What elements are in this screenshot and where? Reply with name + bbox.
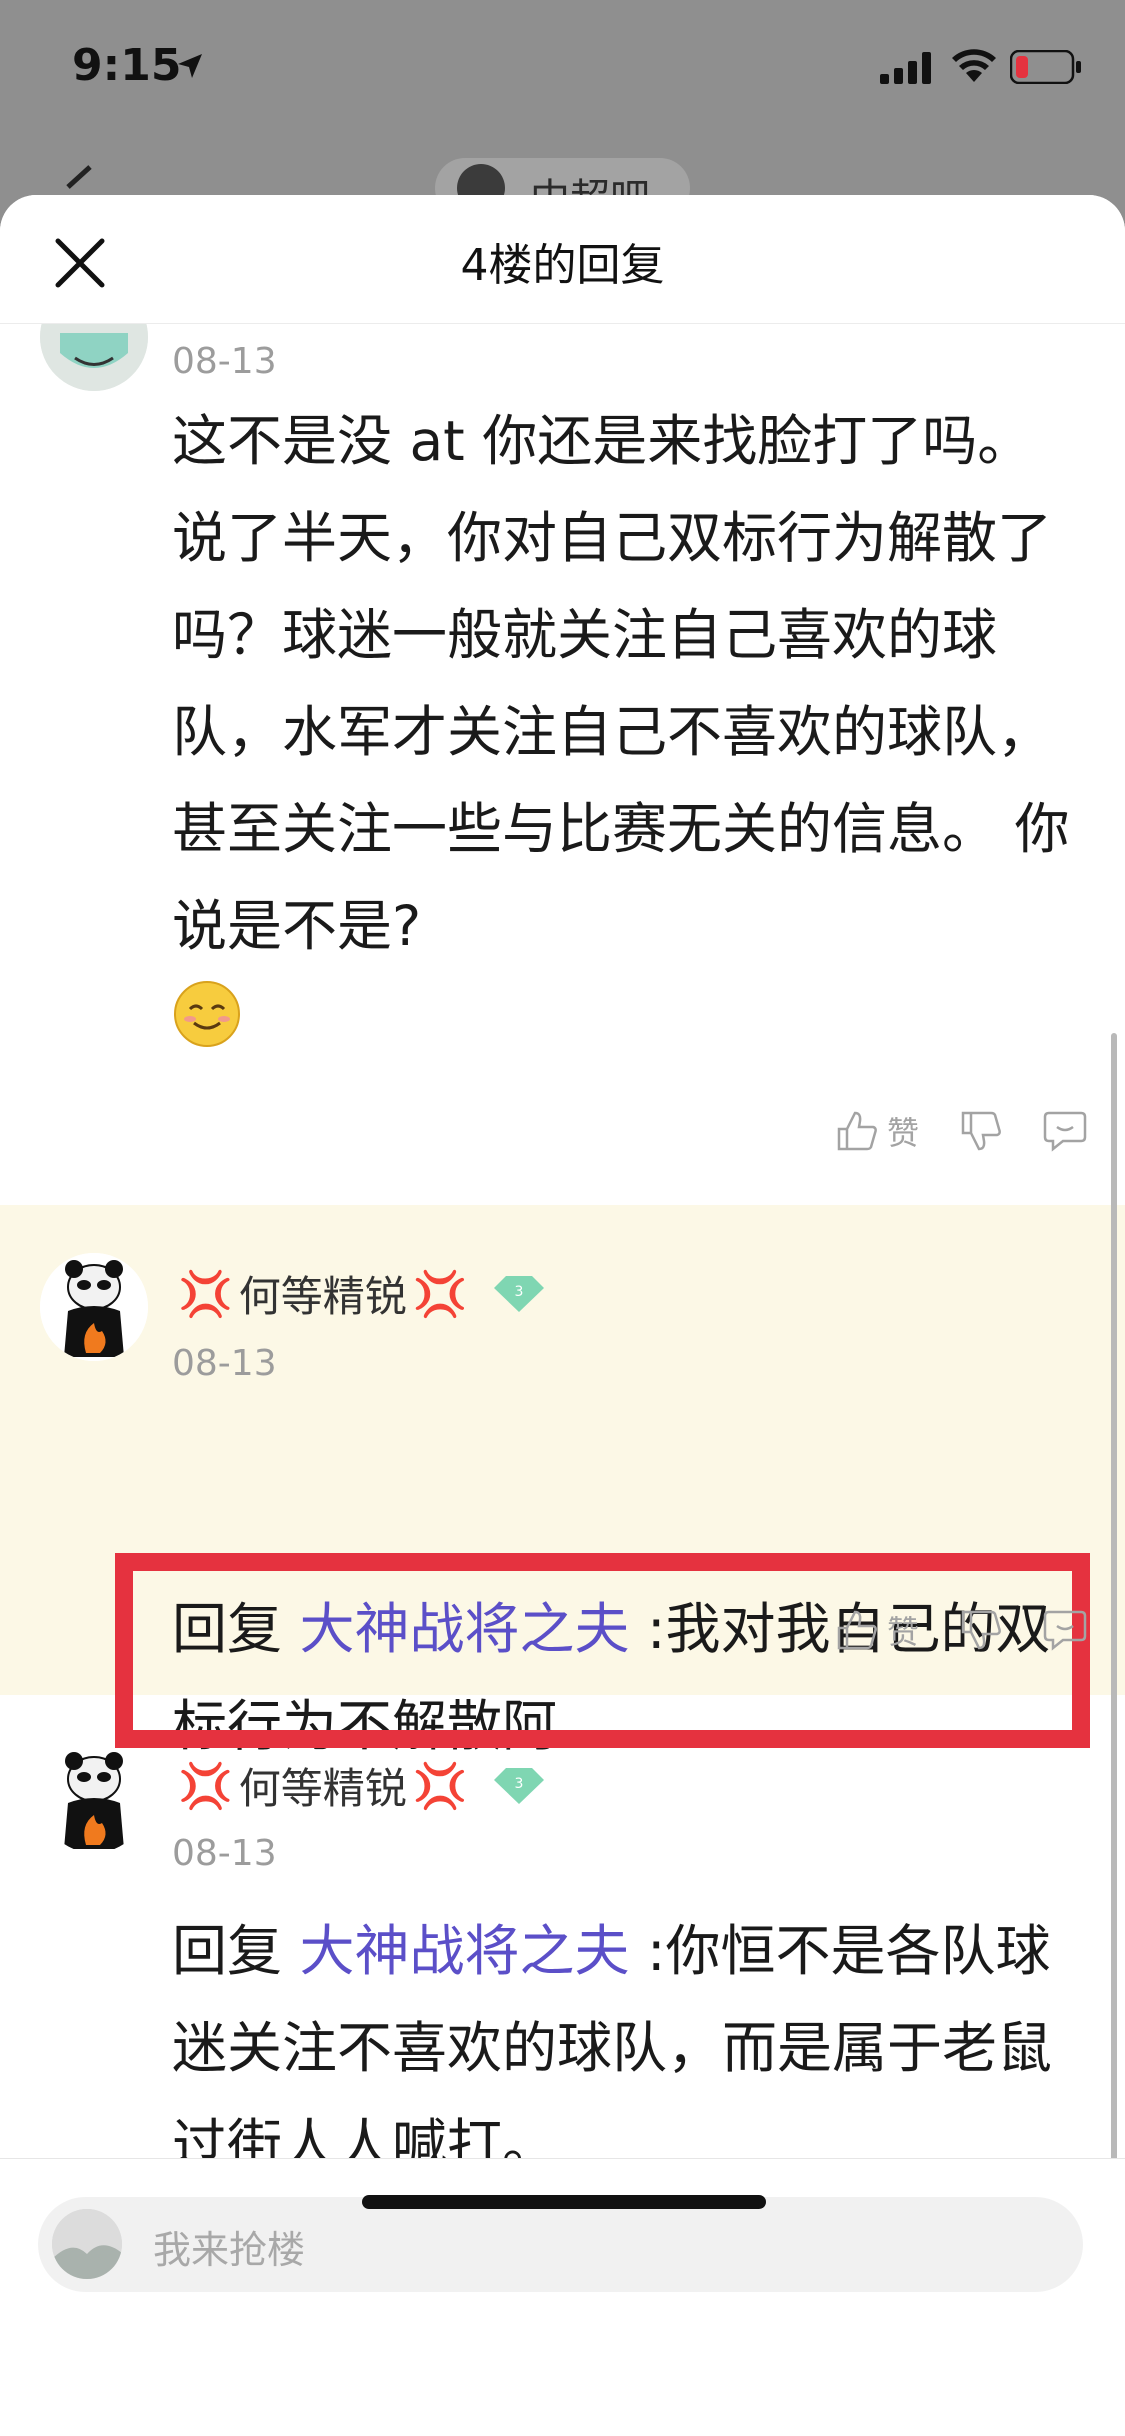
comment-text: 这不是没 at 你还是来找脸打了吗。说了半天，你对自己双标行为解散了吗？球迷一般… (172, 393, 1072, 1049)
thumbs-down-icon (961, 1111, 1001, 1151)
scrollbar[interactable] (1111, 1033, 1117, 2158)
cellular-signal-icon (880, 52, 931, 84)
comment-actions: 赞 (795, 1108, 1087, 1154)
home-indicator[interactable] (362, 2195, 766, 2209)
battery-low-icon (1010, 50, 1081, 84)
avatar[interactable] (40, 1253, 148, 1361)
reply-to-user-link[interactable]: 大神战将之夫 (299, 1919, 629, 1983)
svg-text:3: 3 (514, 1776, 523, 1792)
thumbs-up-icon (837, 1111, 877, 1151)
username-row[interactable]: 💢 何等精锐 💢 3 (172, 1263, 546, 1324)
reply-button[interactable] (1043, 1109, 1087, 1153)
sheet-title: 4楼的回复 (460, 240, 665, 291)
comment-date: 08-13 (172, 1833, 277, 1874)
level-diamond-icon: 3 (493, 1767, 544, 1804)
comment-actions: 赞 (795, 1607, 1087, 1653)
thumbs-down-icon (961, 1610, 1001, 1650)
avatar[interactable] (40, 323, 148, 391)
reply-sheet: 4楼的回复 08-13 这不是没 at 你还是来找脸打了吗。说了半天，你对自己双… (0, 195, 1125, 2436)
wifi-icon (952, 49, 996, 82)
sheet-header: 4楼的回复 (0, 195, 1125, 324)
smiling-emoji-icon (172, 979, 242, 1049)
status-time: 9:15 (72, 40, 182, 91)
reply-button[interactable] (1043, 1608, 1087, 1652)
like-button[interactable]: 赞 (835, 1108, 919, 1154)
comment-date: 08-13 (172, 341, 277, 382)
comment-date: 08-13 (172, 1343, 277, 1384)
reply-list[interactable]: 08-13 这不是没 at 你还是来找脸打了吗。说了半天，你对自己双标行为解散了… (0, 323, 1125, 2158)
svg-text:3: 3 (514, 1284, 523, 1300)
username[interactable]: 何等精锐 (239, 1755, 407, 1816)
comment-bubble-icon (1043, 1610, 1087, 1651)
location-arrow-icon (178, 54, 202, 78)
user-avatar (52, 2209, 122, 2279)
anger-symbol-icon: 💢 (178, 1268, 233, 1320)
level-diamond-icon: 3 (493, 1275, 544, 1312)
anger-symbol-icon: 💢 (412, 1268, 468, 1320)
dislike-button[interactable] (959, 1109, 1003, 1153)
like-label: 赞 (886, 1613, 919, 1651)
reply-prefix: 回复 (172, 1919, 300, 1983)
dislike-button[interactable] (959, 1608, 1003, 1652)
like-button[interactable]: 赞 (835, 1607, 919, 1653)
comment-text: 回复 大神战将之夫 :你恒不是各队球迷关注不喜欢的球队，而是属于老鼠过街人人喊打… (172, 1919, 1053, 2158)
thumbs-up-icon (837, 1610, 877, 1650)
like-label: 赞 (886, 1114, 919, 1152)
comment-input[interactable]: 我来抢楼 (38, 2197, 1083, 2292)
anger-symbol-icon: 💢 (178, 1760, 233, 1812)
avatar[interactable] (40, 1745, 148, 1853)
input-placeholder: 我来抢楼 (153, 2228, 306, 2272)
username[interactable]: 何等精锐 (239, 1263, 407, 1324)
comment-bubble-icon (1043, 1111, 1087, 1152)
anger-symbol-icon: 💢 (412, 1760, 468, 1812)
status-bar: 9:15 (0, 0, 1125, 140)
username-row[interactable]: 💢 何等精锐 💢 3 (172, 1755, 546, 1816)
